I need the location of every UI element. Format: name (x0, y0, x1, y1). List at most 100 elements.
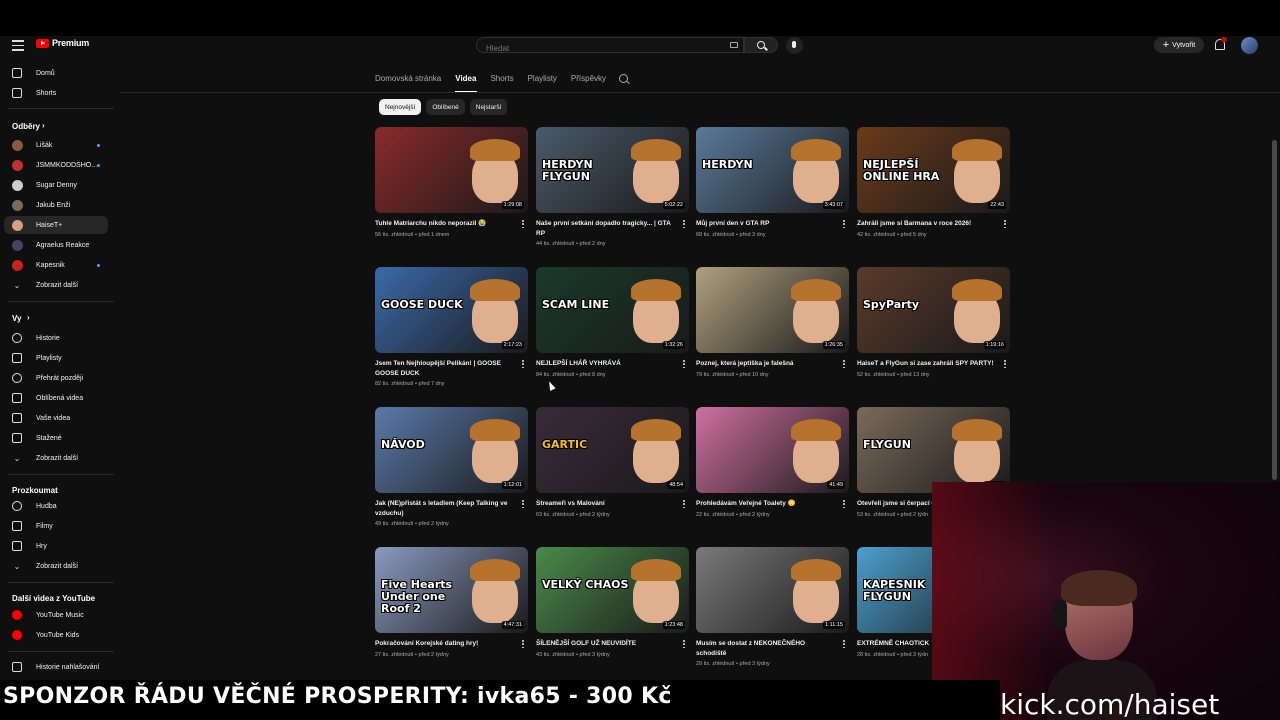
video-title[interactable]: Prohledávám Veřejné Toalety 😳 (696, 499, 836, 509)
sidebar-item-shorts[interactable]: Shorts (4, 84, 108, 102)
channel-search-icon[interactable] (619, 74, 628, 83)
video-title[interactable]: HaiseT a FlyGun si zase zahráli SPY PART… (857, 359, 997, 369)
video-title[interactable]: Můj první den v GTA RP (696, 219, 836, 229)
sidebar-item-va-e-videa[interactable]: Vaše videa (4, 409, 108, 427)
sidebar-item-historie[interactable]: Historie (4, 329, 108, 347)
video-title[interactable]: Jsem Ten Nejhloupější Pelikán! | GOOSE G… (375, 359, 515, 378)
video-thumbnail[interactable]: 1:11:15 (696, 547, 849, 633)
sidebar-item-obl-ben-videa[interactable]: Oblíbená videa (4, 389, 108, 407)
video-card[interactable]: 1:29:08 Tuhle Matriarchu nikdo neporazil … (375, 127, 528, 257)
more-options-icon[interactable] (841, 360, 847, 370)
subscriptions-header[interactable]: Odběry (12, 122, 40, 131)
sidebar-item-playlisty[interactable]: Playlisty (4, 349, 108, 367)
sidebar-item-zobrazit-dalsi-you[interactable]: ⌄ Zobrazit další (4, 449, 108, 467)
video-thumbnail[interactable]: NEJLEPŠÍ ONLINE HRA 22:43 (857, 127, 1010, 213)
tab-1[interactable]: Videa (455, 74, 476, 88)
video-title[interactable]: Zahráli jsme si Barmana v roce 2026! (857, 219, 997, 229)
sidebar-item-agraelus-reakce[interactable]: Agraelus Reakce (4, 236, 108, 254)
sidebar-item-hry[interactable]: Hry (4, 537, 108, 555)
more-options-icon[interactable] (681, 640, 687, 650)
more-options-icon[interactable] (681, 360, 687, 370)
more-options-icon[interactable] (1002, 220, 1008, 230)
video-card[interactable]: HERDYN FLYGUN 5:02:22 Naše první setkání d… (536, 127, 689, 257)
video-card[interactable]: NÁVOD 1:12:01 Jak (NE)přistát s letadlem (… (375, 407, 528, 537)
search-input[interactable] (477, 41, 717, 56)
sidebar-item-p-ehr-t-pozd-ji[interactable]: Přehrát později (4, 369, 108, 387)
video-title[interactable]: Musím se dostat z NEKONEČNÉHO schodiště (696, 639, 836, 658)
video-thumbnail[interactable]: NÁVOD 1:12:01 (375, 407, 528, 493)
search-button[interactable] (744, 37, 778, 53)
voice-search-icon[interactable] (786, 37, 803, 54)
sidebar-item-sugar-denny[interactable]: Sugar Denny (4, 176, 108, 194)
video-title[interactable]: Poznej, která jeptiška je falešná (696, 359, 836, 369)
video-title[interactable]: Streameři vs Malování (536, 499, 676, 509)
sidebar-item-historie-nahlasovani[interactable]: Historie nahlašování (4, 658, 108, 676)
more-options-icon[interactable] (841, 500, 847, 510)
more-options-icon[interactable] (681, 500, 687, 510)
sort-chip-1[interactable]: Oblíbené (426, 99, 465, 115)
video-title[interactable]: Naše první setkání dopadlo tragicky... |… (536, 219, 676, 238)
video-card[interactable]: HERDYN 3:43:07 Můj první den v GTA RP 68 ti… (696, 127, 849, 257)
more-options-icon[interactable] (841, 640, 847, 650)
sidebar-item-haiset-[interactable]: HaiseT+ (4, 216, 108, 234)
sidebar-item-kapesnik[interactable]: Kapesnik (4, 256, 108, 274)
video-thumbnail[interactable]: Five Hearts Under one Roof 2 4:47:31 (375, 547, 528, 633)
video-card[interactable]: GARTIC 48:54 Streameři vs Malování 63 tis. … (536, 407, 689, 537)
video-title[interactable]: Jak (NE)přistát s letadlem (Keep Talking… (375, 499, 515, 518)
more-options-icon[interactable] (681, 220, 687, 230)
video-thumbnail[interactable]: 1:26:35 (696, 267, 849, 353)
video-title[interactable]: ŠÍLENĚJŠÍ GOLF UŽ NEUVIDÍTE (536, 639, 676, 649)
create-button[interactable]: + Vytvořit (1154, 37, 1204, 53)
video-thumbnail[interactable]: VELKÝ CHAOS 1:23:48 (536, 547, 689, 633)
tab-2[interactable]: Shorts (490, 74, 513, 88)
tab-3[interactable]: Playlisty (528, 74, 557, 88)
video-thumbnail[interactable]: 41:49 (696, 407, 849, 493)
sidebar-item-dom-[interactable]: Domů (4, 64, 108, 82)
explore-header[interactable]: Prozkoumat (12, 486, 58, 495)
more-from-youtube-header[interactable]: Další videa z YouTube (12, 594, 95, 603)
sidebar-item-sta-en-[interactable]: Stažené (4, 429, 108, 447)
video-title[interactable]: Tuhle Matriarchu nikdo neporazil 😭 (375, 219, 515, 229)
video-thumbnail[interactable]: 1:29:08 (375, 127, 528, 213)
video-card[interactable]: Five Hearts Under one Roof 2 4:47:31 Pokra… (375, 547, 528, 677)
menu-icon[interactable] (12, 40, 24, 51)
video-title[interactable]: NEJLEPŠÍ LHÁŘ VYHRÁVÁ (536, 359, 676, 369)
more-options-icon[interactable] (520, 220, 526, 230)
video-card[interactable]: 41:49 Prohledávám Veřejné Toalety 😳 22 tis… (696, 407, 849, 537)
video-card[interactable]: VELKÝ CHAOS 1:23:48 ŠÍLENĚJŠÍ GOLF UŽ NEUV… (536, 547, 689, 677)
more-options-icon[interactable] (520, 360, 526, 370)
you-header[interactable]: Vy (12, 314, 22, 323)
video-title[interactable]: Pokračování Korejské dating hry! (375, 639, 515, 649)
youtube-logo[interactable]: Premium (36, 38, 89, 48)
video-thumbnail[interactable]: FLYGUN2:03:50 (857, 407, 1010, 493)
sort-chip-0[interactable]: Nejnovější (379, 99, 422, 115)
more-options-icon[interactable] (841, 220, 847, 230)
video-card[interactable]: GOOSE DUCK 2:17:23 Jsem Ten Nejhloupější P… (375, 267, 528, 397)
video-thumbnail[interactable]: HERDYN 3:43:07 (696, 127, 849, 213)
sidebar-item-jakub-en-i[interactable]: Jakub Enži (4, 196, 108, 214)
video-card[interactable]: 1:26:35 Poznej, která jeptiška je falešná… (696, 267, 849, 397)
keyboard-icon[interactable] (730, 42, 738, 48)
sidebar-item-filmy[interactable]: Filmy (4, 517, 108, 535)
sidebar-item-hudba[interactable]: Hudba (4, 497, 108, 515)
video-thumbnail[interactable]: GOOSE DUCK 2:17:23 (375, 267, 528, 353)
more-options-icon[interactable] (520, 500, 526, 510)
video-card[interactable]: SpyParty 1:19:16 HaiseT a FlyGun si zase z… (857, 267, 1010, 397)
sidebar-item-zobrazit-dalsi-explore[interactable]: ⌄ Zobrazit další (4, 557, 108, 575)
tab-0[interactable]: Domovská stránka (375, 74, 441, 88)
account-avatar[interactable] (1241, 37, 1258, 54)
video-card[interactable]: SCAM LINE 1:32:26 NEJLEPŠÍ LHÁŘ VYHRÁVÁ 84 … (536, 267, 689, 397)
sidebar-item-jsmmkoddsho-[interactable]: JSMMKODDSHO... (4, 156, 108, 174)
sidebar-item-youtube-music[interactable]: YouTube Music (4, 606, 108, 624)
video-thumbnail[interactable]: SCAM LINE 1:32:26 (536, 267, 689, 353)
video-card[interactable]: 1:11:15 Musím se dostat z NEKONEČNÉHO sch… (696, 547, 849, 677)
video-thumbnail[interactable]: GARTIC 48:54 (536, 407, 689, 493)
tab-4[interactable]: Příspěvky (571, 74, 606, 88)
scrollbar[interactable] (1272, 140, 1277, 480)
sidebar-item-zobrazit-dalsi-subs[interactable]: ⌄ Zobrazit další (4, 276, 108, 294)
video-card[interactable]: NEJLEPŠÍ ONLINE HRA 22:43 Zahráli jsme si … (857, 127, 1010, 257)
more-options-icon[interactable] (520, 640, 526, 650)
sidebar-item-youtube-kids[interactable]: YouTube Kids (4, 626, 108, 644)
sort-chip-2[interactable]: Nejstarší (469, 99, 508, 115)
sidebar-item-li-k[interactable]: Lišák (4, 136, 108, 154)
